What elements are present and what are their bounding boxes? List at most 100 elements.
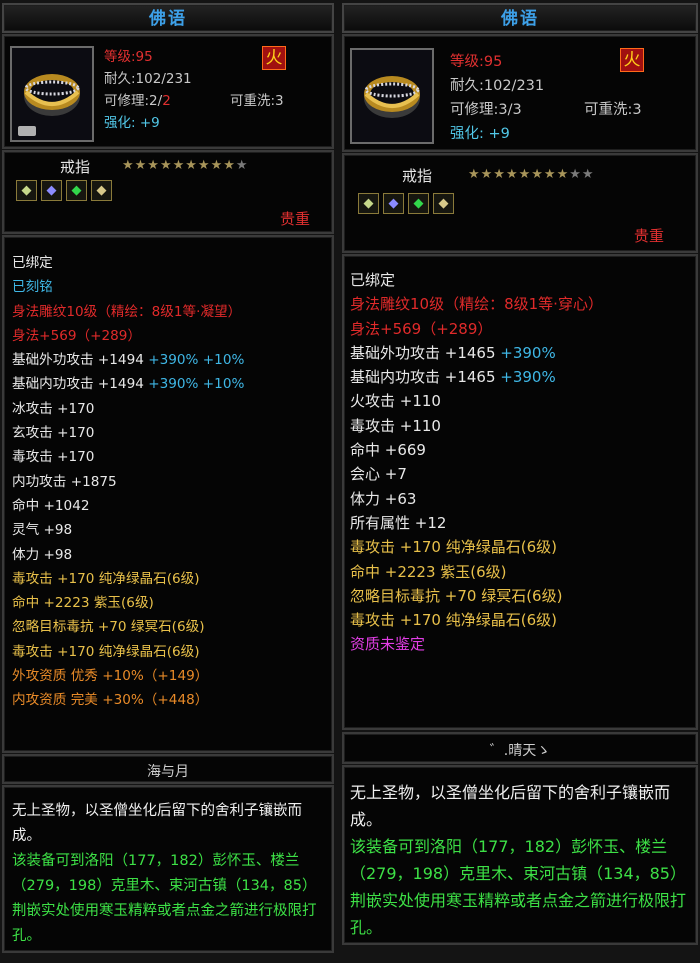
description-hint: 该装备可到洛阳（177，182）彭怀玉、楼兰（279，198）克里木、束河古镇（…: [12, 853, 317, 944]
attribute-text: 已绑定: [350, 271, 396, 289]
attribute-text: 毒攻击 +170 纯净绿晶石(6级): [350, 611, 557, 630]
lock-icon: [18, 126, 36, 136]
gem-slot-icon[interactable]: ◆: [16, 180, 37, 201]
gem-slots: ◆ ◆ ◆ ◆: [16, 180, 112, 201]
item-name: 戒指: [60, 158, 91, 176]
attribute-text: 体力 +98: [12, 546, 73, 563]
attribute-list: 已绑定身法雕纹10级（精绘：8级1等·穿心） 身法+569（+289） 基础外功攻击…: [350, 268, 603, 657]
attribute-row: 内功攻击 +1875: [12, 470, 244, 494]
attribute-text: +390%: [500, 368, 556, 387]
attribute-row: 命中 +1042: [12, 494, 244, 518]
attribute-text: 忽略目标毒抗 +70 绿冥石(6级): [350, 586, 563, 605]
level-label: 等级:95: [104, 49, 153, 65]
attribute-row: 冰攻击 +170: [12, 397, 244, 421]
description-section: 无上圣物，以圣僧坐化后留下的舍利子镶嵌而成。 该装备可到洛阳（177，182）彭…: [342, 765, 698, 945]
attribute-row: 毒攻击 +170 纯净绿晶石(6级): [12, 640, 244, 664]
repair-label: 可修理:2/2: [104, 93, 171, 109]
attribute-list: 已绑定 已刻铭 身法雕纹10级（精绘：8级1等·凝望） 身法+569（+289） 基础外…: [12, 251, 244, 713]
attribute-row: 忽略目标毒抗 +70 绿冥石(6级): [350, 584, 603, 608]
attribute-row: 已刻铭: [12, 275, 244, 299]
attribute-text: 内攻资质 完美 +30%（+448）: [12, 692, 209, 709]
attributes-section: 已绑定 已刻铭 身法雕纹10级（精绘：8级1等·凝望） 身法+569（+289） 基础外…: [2, 235, 334, 753]
attribute-row: 毒攻击 +170: [12, 445, 244, 469]
attribute-row: 命中 +2223 紫玉(6级): [350, 560, 603, 584]
attribute-text: 基础外功攻击 +1465: [350, 343, 501, 362]
attribute-text: 基础内功攻击 +1494: [12, 376, 149, 393]
owner-name: 海与月: [147, 764, 189, 780]
item-stats: 等级:95 耐久:102/231 可修理:2/2 强化: +9: [104, 46, 192, 134]
rarity-label: 贵重: [280, 210, 311, 228]
owner-section: ゛.晴天ゝ: [342, 732, 698, 764]
attribute-row: 基础内功攻击 +1465 +390%: [350, 365, 603, 389]
attribute-text: 命中 +669: [350, 441, 426, 460]
attribute-row: 毒攻击 +170 纯净绿晶石(6级): [350, 608, 603, 632]
attribute-text: 命中 +2223 紫玉(6级): [12, 595, 154, 612]
title-bar: 佛语: [2, 3, 334, 33]
repair-label: 可修理:3/3: [450, 102, 522, 118]
attribute-row: 基础外功攻击 +1494 +390% +10%: [12, 348, 244, 372]
gem-slot-icon[interactable]: ◆: [383, 193, 404, 214]
attribute-row: 身法+569（+289）: [12, 324, 244, 348]
enhance-label: 强化: +9: [450, 126, 510, 142]
attribute-row: 灵气 +98: [12, 518, 244, 542]
attribute-text: 命中 +1042: [12, 497, 90, 514]
attribute-row: 资质未鉴定: [350, 632, 603, 656]
attribute-text: 忽略目标毒抗 +70 绿冥石(6级): [12, 619, 205, 636]
attribute-text: 火攻击 +110: [350, 392, 441, 411]
attribute-text: 毒攻击 +170: [12, 449, 95, 466]
item-name: 戒指: [402, 167, 433, 185]
attribute-row: 基础内功攻击 +1494 +390% +10%: [12, 372, 244, 396]
attribute-text: 所有属性 +12: [350, 513, 447, 532]
description: 无上圣物，以圣僧坐化后留下的舍利子镶嵌而成。 该装备可到洛阳（177，182）彭…: [350, 779, 690, 941]
gem-slots: ◆ ◆ ◆ ◆: [358, 193, 454, 214]
rewash-label: 可重洗:3: [230, 93, 284, 109]
attribute-row: 会心 +7: [350, 462, 603, 486]
item-stats: 等级:95 耐久:102/231 可修理:3/3 强化: +9: [450, 50, 544, 146]
header-section: 等级:95 耐久:102/231 可修理:3/3 强化: +9 可重洗:3 火: [342, 34, 698, 152]
attribute-text: 基础内功攻击 +1465: [350, 368, 501, 387]
gem-slot-icon[interactable]: ◆: [358, 193, 379, 214]
attribute-text: 灵气 +98: [12, 522, 73, 539]
durability-label: 耐久:102/231: [104, 71, 192, 87]
gem-slot-icon[interactable]: ◆: [41, 180, 62, 201]
fire-element-icon: 火: [262, 46, 286, 70]
attribute-row: 命中 +669: [350, 438, 603, 462]
attribute-row: 忽略目标毒抗 +70 绿冥石(6级): [12, 615, 244, 639]
attribute-text: 毒攻击 +110: [350, 416, 441, 435]
fire-element-icon: 火: [620, 48, 644, 72]
attribute-row: 身法雕纹10级（精绘：8级1等·穿心）: [350, 292, 603, 316]
attribute-row: 身法+569（+289）: [350, 317, 603, 341]
attribute-text: 外攻资质 优秀 +10%（+149）: [12, 668, 209, 685]
gem-slot-icon[interactable]: ◆: [66, 180, 87, 201]
attribute-text: 身法雕纹10级（精绘：8级1等·穿心）: [350, 295, 603, 314]
item-icon-frame: [10, 46, 94, 142]
attribute-row: 火攻击 +110: [350, 389, 603, 413]
ring-icon: [24, 74, 80, 116]
gem-slot-icon[interactable]: ◆: [433, 193, 454, 214]
item-title: 佛语: [501, 9, 539, 29]
rarity-label: 贵重: [634, 227, 665, 245]
attribute-text: 身法+569（+289）: [12, 327, 142, 344]
attribute-row: 内攻资质 完美 +30%（+448）: [12, 688, 244, 712]
header-section: 等级:95 耐久:102/231 可修理:2/2 强化: +9 可重洗:3 火: [2, 34, 334, 149]
description-lore: 无上圣物，以圣僧坐化后留下的舍利子镶嵌而成。: [12, 803, 302, 844]
attribute-row: 身法雕纹10级（精绘：8级1等·凝望）: [12, 300, 244, 324]
attribute-row: 外攻资质 优秀 +10%（+149）: [12, 664, 244, 688]
gem-slot-icon[interactable]: ◆: [408, 193, 429, 214]
attribute-text: 已刻铭: [12, 279, 53, 296]
description: 无上圣物，以圣僧坐化后留下的舍利子镶嵌而成。 该装备可到洛阳（177，182）彭…: [12, 799, 326, 949]
attribute-text: 毒攻击 +170 纯净绿晶石(6级): [350, 538, 557, 557]
attribute-text: +390%: [500, 343, 556, 362]
attribute-text: 身法+569（+289）: [350, 319, 493, 338]
attribute-row: 体力 +63: [350, 487, 603, 511]
rewash-label: 可重洗:3: [584, 102, 642, 118]
gem-slot-icon[interactable]: ◆: [91, 180, 112, 201]
attributes-section: 已绑定身法雕纹10级（精绘：8级1等·穿心） 身法+569（+289） 基础外功攻击…: [342, 254, 698, 730]
star-rating: ★★★★★★★★★★: [122, 158, 249, 173]
owner-name: ゛.晴天ゝ: [489, 743, 551, 759]
attribute-text: 内功攻击 +1875: [12, 473, 117, 490]
attribute-text: 冰攻击 +170: [12, 400, 95, 417]
attribute-row: 毒攻击 +110: [350, 414, 603, 438]
item-tooltip-left: 佛语 等级:95 耐久:102/231 可修理:2/2 强化: +9 可重洗:3…: [0, 0, 336, 963]
attribute-row: 已绑定: [350, 268, 603, 292]
